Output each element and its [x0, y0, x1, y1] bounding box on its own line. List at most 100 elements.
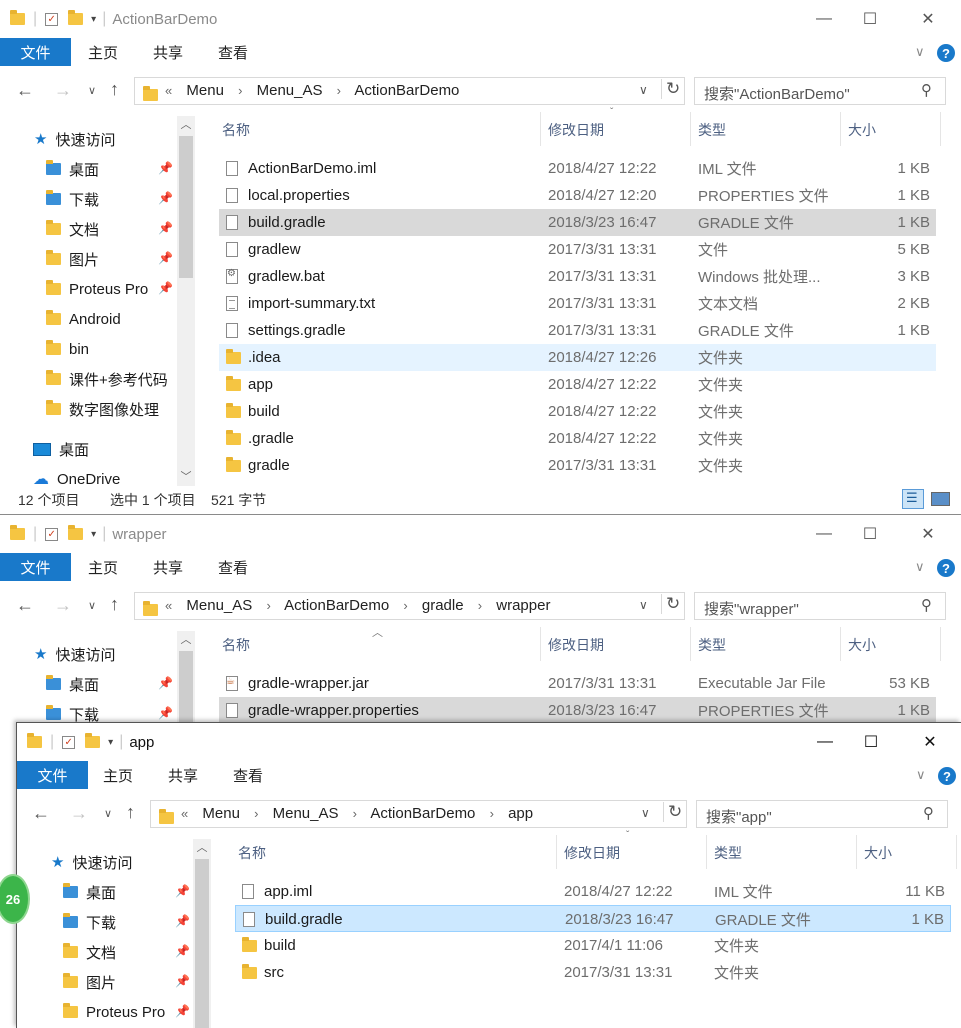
new-folder-icon[interactable] — [85, 733, 101, 748]
breadcrumb[interactable]: Menu_AS — [257, 82, 323, 99]
column-size[interactable]: 大小 — [848, 115, 876, 145]
scroll-up-icon[interactable]: ︿ — [177, 631, 195, 647]
overflow-chevron-icon[interactable]: « — [165, 598, 172, 613]
tab-home[interactable]: 主页 — [88, 553, 118, 581]
search-box[interactable]: 搜索"app" ⚲ — [696, 800, 948, 828]
forward-arrow-icon[interactable]: → — [54, 595, 72, 616]
address-dropdown-icon[interactable]: ∨ — [639, 83, 648, 97]
pin-icon[interactable]: 📌 — [175, 884, 190, 898]
breadcrumb[interactable]: Menu — [202, 805, 240, 822]
address-bar[interactable]: « Menu › Menu_AS › ActionBarDemo › app ∨… — [150, 800, 687, 828]
customize-dropdown-icon[interactable]: ▾ — [91, 529, 96, 540]
scrollbar-thumb[interactable] — [195, 859, 209, 1028]
nav-item[interactable]: 桌面 — [46, 669, 99, 699]
customize-dropdown-icon[interactable]: ▾ — [108, 737, 113, 748]
recent-locations-icon[interactable]: ∨ — [104, 807, 112, 820]
pin-icon[interactable]: 📌 — [158, 281, 173, 295]
tab-view[interactable]: 查看 — [218, 38, 248, 66]
pin-icon[interactable]: 📌 — [158, 161, 173, 175]
search-icon[interactable]: ⚲ — [921, 81, 932, 99]
nav-scrollbar[interactable]: ︿ ﹀ — [177, 116, 195, 486]
nav-item[interactable]: 桌面 — [33, 434, 89, 464]
pin-icon[interactable]: 📌 — [158, 706, 173, 720]
breadcrumb[interactable]: wrapper — [496, 597, 550, 614]
search-icon[interactable]: ⚲ — [921, 596, 932, 614]
pin-icon[interactable]: 📌 — [175, 914, 190, 928]
file-row[interactable]: gradlew 2017/3/31 13:31 文件 5 KB — [219, 236, 936, 263]
tab-share[interactable]: 共享 — [153, 38, 183, 66]
minimize-button[interactable]: — — [801, 515, 847, 553]
refresh-icon[interactable]: ↻ — [661, 79, 680, 99]
tab-view[interactable]: 查看 — [233, 761, 263, 789]
tab-view[interactable]: 查看 — [218, 553, 248, 581]
properties-check-icon[interactable]: ✓ — [62, 735, 76, 749]
chevron-right-icon[interactable]: › — [478, 598, 482, 613]
pin-icon[interactable]: 📌 — [158, 251, 173, 265]
nav-item[interactable]: ★ 快速访问 — [34, 124, 115, 154]
chevron-right-icon[interactable]: › — [403, 598, 407, 613]
column-name[interactable]: 名称 — [222, 630, 250, 660]
nav-item[interactable]: 图片 — [63, 967, 116, 997]
address-dropdown-icon[interactable]: ∨ — [641, 806, 650, 820]
nav-scrollbar[interactable]: ︿ — [177, 631, 195, 731]
details-view-button[interactable]: ☰ — [902, 489, 924, 509]
scroll-down-icon[interactable]: ﹀ — [177, 468, 195, 484]
address-bar[interactable]: « Menu › Menu_AS › ActionBarDemo ∨ ↻ — [134, 77, 685, 105]
large-icons-view-button[interactable] — [929, 489, 951, 509]
breadcrumb[interactable]: Menu — [186, 82, 224, 99]
ribbon-expand-icon[interactable]: ∨ — [915, 559, 925, 575]
up-arrow-icon[interactable]: ↑ — [110, 79, 119, 100]
chevron-right-icon[interactable]: › — [254, 806, 258, 821]
up-arrow-icon[interactable]: ↑ — [110, 594, 119, 615]
search-input[interactable]: 搜索"app" — [706, 806, 772, 827]
close-button[interactable]: ✕ — [905, 515, 951, 553]
close-button[interactable]: ✕ — [905, 0, 951, 38]
maximize-button[interactable]: ☐ — [847, 515, 893, 553]
pin-icon[interactable]: 📌 — [158, 676, 173, 690]
scroll-up-icon[interactable]: ︿ — [177, 116, 195, 132]
nav-item[interactable]: ☁ OneDrive — [33, 464, 120, 490]
maximize-button[interactable]: ☐ — [847, 0, 893, 38]
file-row[interactable]: gradlew.bat 2017/3/31 13:31 Windows 批处理...… — [219, 263, 936, 290]
ribbon-expand-icon[interactable]: ∨ — [916, 767, 926, 783]
file-row[interactable]: settings.gradle 2017/3/31 13:31 GRADLE 文件 1… — [219, 317, 936, 344]
nav-item[interactable]: bin — [46, 334, 89, 364]
nav-item[interactable]: Proteus Pro — [63, 997, 165, 1027]
refresh-icon[interactable]: ↻ — [663, 802, 682, 822]
file-row[interactable]: build.gradle 2018/3/23 16:47 GRADLE 文件 1 KB — [219, 209, 936, 236]
tab-home[interactable]: 主页 — [88, 38, 118, 66]
chevron-right-icon[interactable]: › — [353, 806, 357, 821]
search-box[interactable]: 搜索"wrapper" ⚲ — [694, 592, 946, 620]
address-dropdown-icon[interactable]: ∨ — [639, 598, 648, 612]
column-name[interactable]: 名称 — [238, 838, 266, 868]
scrollbar-thumb[interactable] — [179, 651, 193, 731]
breadcrumb[interactable]: ActionBarDemo — [370, 805, 475, 822]
file-row[interactable]: .idea 2018/4/27 12:26 文件夹 — [219, 344, 936, 371]
file-row[interactable]: app 2018/4/27 12:22 文件夹 — [219, 371, 936, 398]
file-row[interactable]: build.gradle 2018/3/23 16:47 GRADLE 文件 1 KB — [235, 905, 951, 932]
up-arrow-icon[interactable]: ↑ — [126, 802, 135, 823]
customize-dropdown-icon[interactable]: ▾ — [91, 14, 96, 25]
chevron-right-icon[interactable]: › — [337, 83, 341, 98]
column-type[interactable]: 类型 — [698, 115, 726, 145]
breadcrumb[interactable]: ActionBarDemo — [284, 597, 389, 614]
breadcrumb[interactable]: Menu_AS — [273, 805, 339, 822]
breadcrumb[interactable]: Menu_AS — [186, 597, 252, 614]
nav-item[interactable]: Android — [46, 304, 121, 334]
forward-arrow-icon[interactable]: → — [70, 803, 88, 824]
file-row[interactable]: ActionBarDemo.iml 2018/4/27 12:22 IML 文件 1 … — [219, 155, 936, 182]
back-arrow-icon[interactable]: ← — [16, 595, 34, 616]
column-type[interactable]: 类型 — [714, 838, 742, 868]
help-icon[interactable]: ? — [937, 559, 955, 577]
help-icon[interactable]: ? — [938, 767, 956, 785]
overflow-chevron-icon[interactable]: « — [165, 83, 172, 98]
recent-locations-icon[interactable]: ∨ — [88, 84, 96, 97]
chevron-right-icon[interactable]: › — [266, 598, 270, 613]
pin-icon[interactable]: 📌 — [158, 191, 173, 205]
file-row[interactable]: .gradle 2018/4/27 12:22 文件夹 — [219, 425, 936, 452]
search-icon[interactable]: ⚲ — [923, 804, 934, 822]
file-row[interactable]: app.iml 2018/4/27 12:22 IML 文件 11 KB — [235, 878, 951, 905]
column-size[interactable]: 大小 — [848, 630, 876, 660]
tab-home[interactable]: 主页 — [103, 761, 133, 789]
address-bar[interactable]: « Menu_AS › ActionBarDemo › gradle › wra… — [134, 592, 685, 620]
